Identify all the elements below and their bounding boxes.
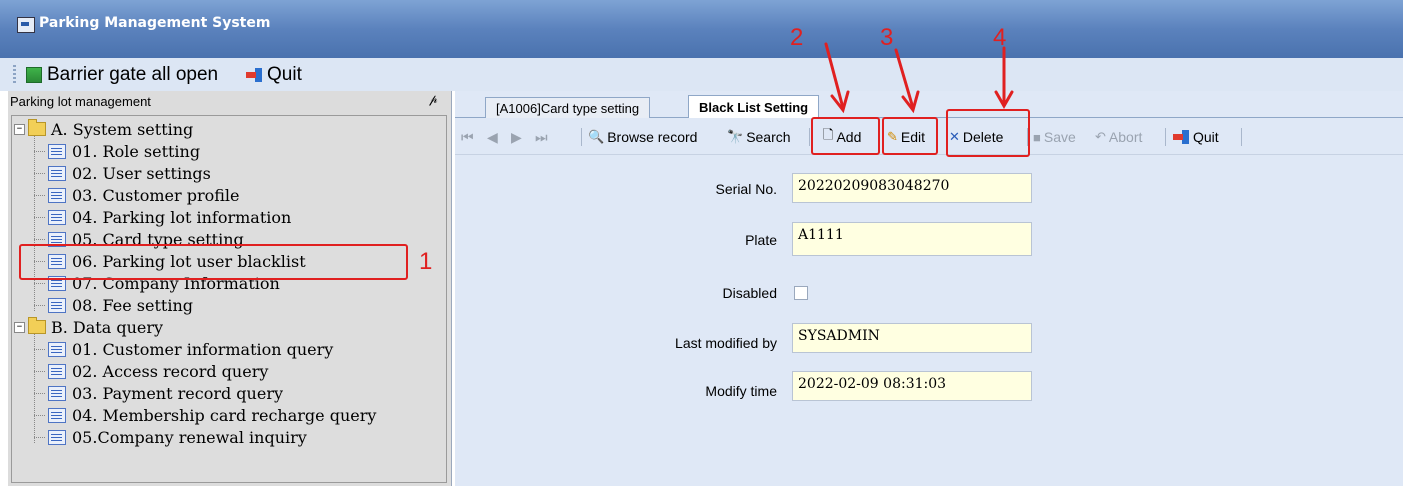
annotation-arrows <box>824 42 1014 114</box>
